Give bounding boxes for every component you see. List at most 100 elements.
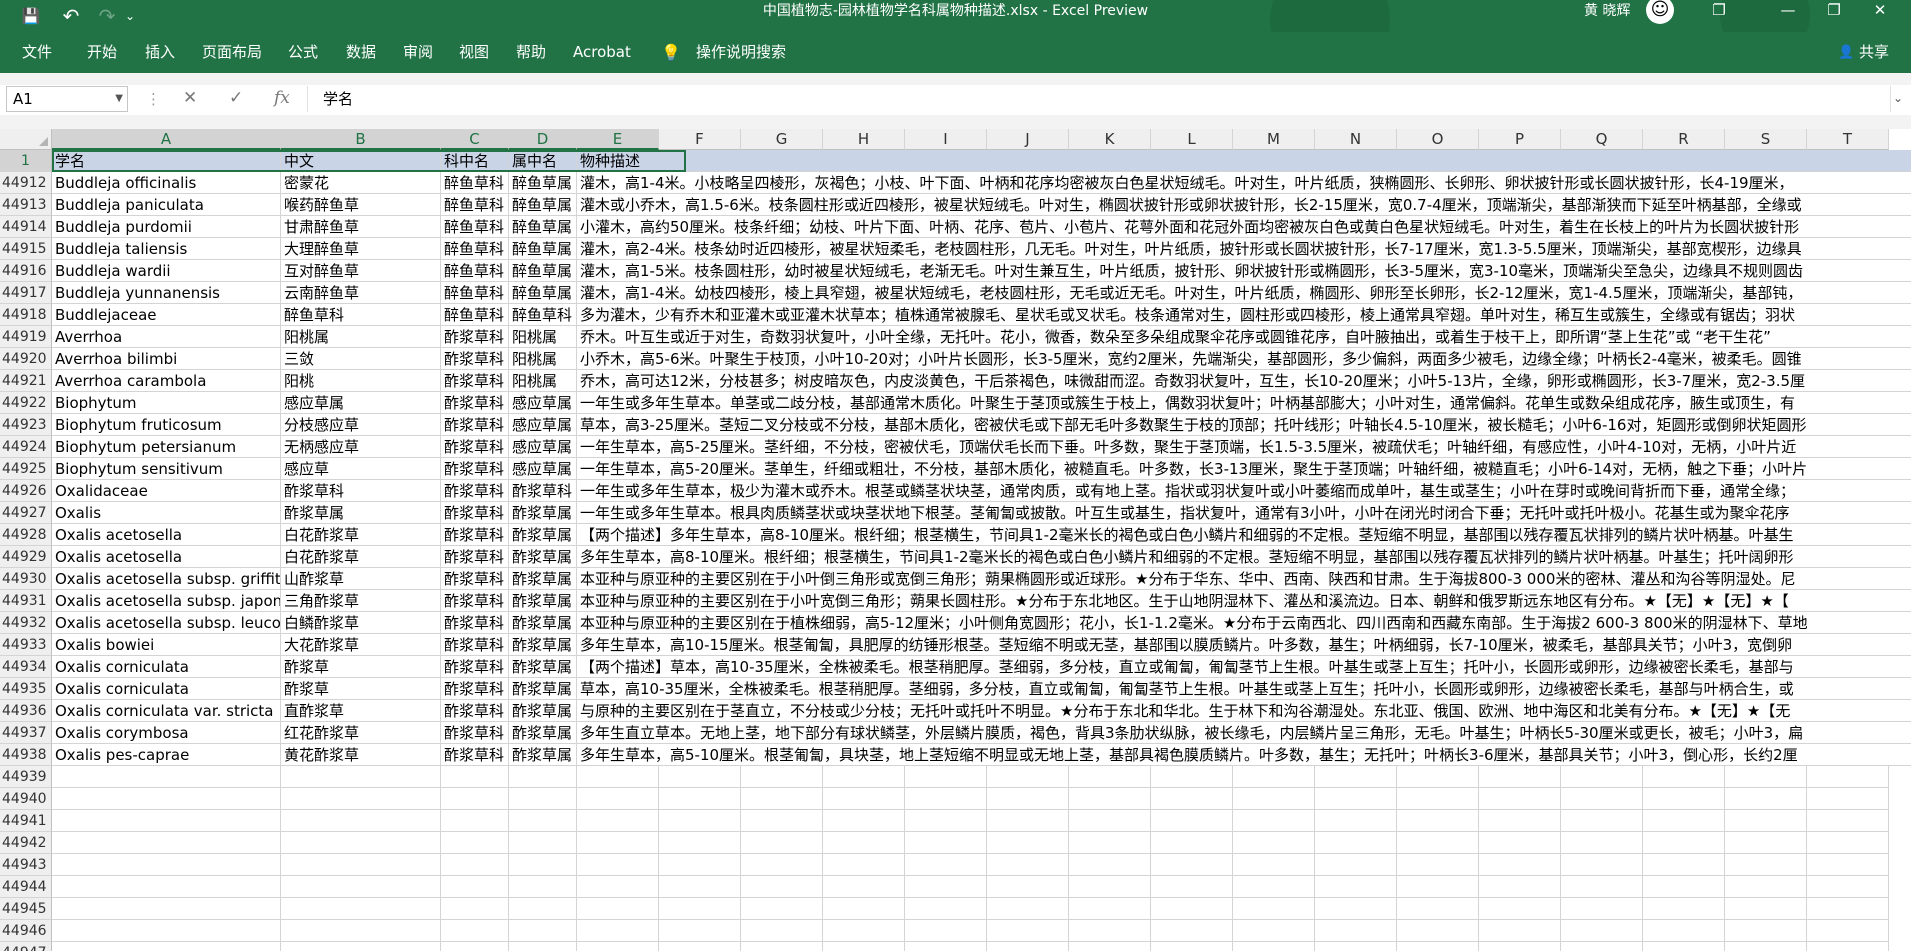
cell-m[interactable] xyxy=(1233,920,1315,942)
cell-h[interactable] xyxy=(823,766,905,788)
cell-c[interactable]: 酢浆草科 xyxy=(441,458,509,480)
cell-a[interactable] xyxy=(52,766,281,788)
cell-k[interactable] xyxy=(1069,832,1151,854)
cell-k[interactable] xyxy=(1069,854,1151,876)
cell-g[interactable] xyxy=(741,942,823,951)
cell-f[interactable] xyxy=(659,942,741,951)
cell-a[interactable]: Oxalis acetosella subsp. japonica xyxy=(52,590,281,612)
cell-b[interactable]: 喉药醉鱼草 xyxy=(281,194,441,216)
cell-b[interactable] xyxy=(281,766,441,788)
cell-a[interactable]: Buddleja yunnanensis xyxy=(52,282,281,304)
cell-b[interactable]: 酢浆草属 xyxy=(281,502,441,524)
cell-e[interactable]: 多为灌木，少有乔木和亚灌木或亚灌木状草本；植株通常被腺毛、星状毛或叉状毛。枝条通… xyxy=(577,304,1911,326)
cell-c[interactable]: 醉鱼草科 xyxy=(441,282,509,304)
cell-a[interactable]: Buddleja taliensis xyxy=(52,238,281,260)
cell-i[interactable] xyxy=(905,810,987,832)
cell-l[interactable] xyxy=(1151,810,1233,832)
cell-o[interactable] xyxy=(1397,766,1479,788)
cell-c[interactable]: 酢浆草科 xyxy=(441,370,509,392)
column-header-f[interactable]: F xyxy=(659,129,741,150)
cell-d[interactable]: 阳桃属 xyxy=(509,348,577,370)
row-header[interactable]: 44939 xyxy=(0,766,52,788)
cell-d[interactable]: 阳桃属 xyxy=(509,326,577,348)
cell-d[interactable] xyxy=(509,898,577,920)
cell-b[interactable]: 密蒙花 xyxy=(281,172,441,194)
row-header[interactable]: 44923 xyxy=(0,414,52,436)
row-header[interactable]: 44913 xyxy=(0,194,52,216)
cell-q[interactable] xyxy=(1561,920,1643,942)
cell-b[interactable]: 直酢浆草 xyxy=(281,700,441,722)
cell-p[interactable] xyxy=(1479,898,1561,920)
cell-e[interactable]: 一年生或多年生草本。单茎或二歧分枝，基部通常木质化。叶聚生于茎顶或簇生于枝上，偶… xyxy=(577,392,1911,414)
cell-p[interactable] xyxy=(1479,920,1561,942)
cell-d[interactable]: 酢浆草属 xyxy=(509,634,577,656)
cell-p[interactable] xyxy=(1479,810,1561,832)
cell-c[interactable]: 酢浆草科 xyxy=(441,722,509,744)
cell-a[interactable]: Oxalis acetosella subsp. leucolepis xyxy=(52,612,281,634)
cell-b[interactable]: 感应草 xyxy=(281,458,441,480)
row-header[interactable]: 44927 xyxy=(0,502,52,524)
cell-q[interactable] xyxy=(1561,942,1643,951)
cell-m[interactable] xyxy=(1233,854,1315,876)
cell-b[interactable]: 阳桃 xyxy=(281,370,441,392)
cell-c[interactable]: 醉鱼草科 xyxy=(441,304,509,326)
row-header[interactable]: 44914 xyxy=(0,216,52,238)
avatar[interactable]: ☺ xyxy=(1646,0,1674,24)
cell-a[interactable]: Averrhoa bilimbi xyxy=(52,348,281,370)
cell-j[interactable] xyxy=(987,810,1069,832)
cell-s[interactable] xyxy=(1725,920,1807,942)
cell-d[interactable]: 醉鱼草属 xyxy=(509,172,577,194)
cell-c[interactable]: 酢浆草科 xyxy=(441,568,509,590)
cell-c[interactable]: 酢浆草科 xyxy=(441,546,509,568)
row-header[interactable]: 44936 xyxy=(0,700,52,722)
cell-r[interactable] xyxy=(1643,788,1725,810)
cell-s[interactable] xyxy=(1725,876,1807,898)
tell-me-search[interactable]: 操作说明搜索 xyxy=(696,32,786,73)
cell-a[interactable]: Oxalis corniculata xyxy=(52,678,281,700)
cell-c[interactable] xyxy=(441,832,509,854)
row-header[interactable]: 44916 xyxy=(0,260,52,282)
cell-m[interactable] xyxy=(1233,898,1315,920)
column-header-g[interactable]: G xyxy=(741,129,823,150)
cell-o[interactable] xyxy=(1397,920,1479,942)
cell-t[interactable] xyxy=(1807,832,1889,854)
cell-a[interactable]: Averrhoa xyxy=(52,326,281,348)
cell-a[interactable] xyxy=(52,920,281,942)
cell-f[interactable] xyxy=(659,788,741,810)
cell-e[interactable] xyxy=(577,766,659,788)
cell-h[interactable] xyxy=(823,854,905,876)
cell-p[interactable] xyxy=(1479,854,1561,876)
cell-b[interactable] xyxy=(281,876,441,898)
cell-t[interactable] xyxy=(1807,942,1889,951)
cell-c[interactable]: 酢浆草科 xyxy=(441,348,509,370)
cell-e[interactable]: 【两个描述】多年生草本，高8-10厘米。根纤细；根茎横生，节间具1-2毫米长的褐… xyxy=(577,524,1911,546)
cell-a[interactable]: Biophytum fruticosum xyxy=(52,414,281,436)
more-options-icon[interactable]: ⋮ xyxy=(146,90,161,108)
cell-n[interactable] xyxy=(1315,942,1397,951)
cell-d[interactable]: 感应草属 xyxy=(509,392,577,414)
cell-d[interactable]: 酢浆草科 xyxy=(509,480,577,502)
tab-acrobat[interactable]: Acrobat xyxy=(573,32,631,73)
cell-f[interactable] xyxy=(659,810,741,832)
cell-e[interactable]: 一年生草本，高5-20厘米。茎单生，纤细或粗壮，不分枝，基部木质化，被糙直毛。叶… xyxy=(577,458,1911,480)
cell-j[interactable] xyxy=(987,788,1069,810)
cell-o[interactable] xyxy=(1397,898,1479,920)
cell-t[interactable] xyxy=(1807,920,1889,942)
row-header[interactable]: 44917 xyxy=(0,282,52,304)
cell-q[interactable] xyxy=(1561,788,1643,810)
cell-l[interactable] xyxy=(1151,832,1233,854)
cell-s[interactable] xyxy=(1725,810,1807,832)
cell-m[interactable] xyxy=(1233,876,1315,898)
cell-a[interactable]: Buddleja purdomii xyxy=(52,216,281,238)
redo-icon[interactable]: ↷ xyxy=(94,0,120,32)
cell-b[interactable]: 大花酢浆草 xyxy=(281,634,441,656)
cell-e[interactable]: 乔木，高可达12米，分枝甚多；树皮暗灰色，内皮淡黄色，干后茶褐色，味微甜而涩。奇… xyxy=(577,370,1911,392)
tab-review[interactable]: 审阅 xyxy=(403,32,433,73)
cell-a[interactable]: Oxalis xyxy=(52,502,281,524)
cell-e[interactable]: 多年生直立草本。无地上茎，地下部分有球状鳞茎，外层鳞片膜质，褐色，背具3条肋状纵… xyxy=(577,722,1911,744)
cell-d[interactable] xyxy=(509,788,577,810)
row-header[interactable]: 44938 xyxy=(0,744,52,766)
cell-h[interactable] xyxy=(823,920,905,942)
row-header[interactable]: 44925 xyxy=(0,458,52,480)
column-header-d[interactable]: D xyxy=(509,129,577,150)
